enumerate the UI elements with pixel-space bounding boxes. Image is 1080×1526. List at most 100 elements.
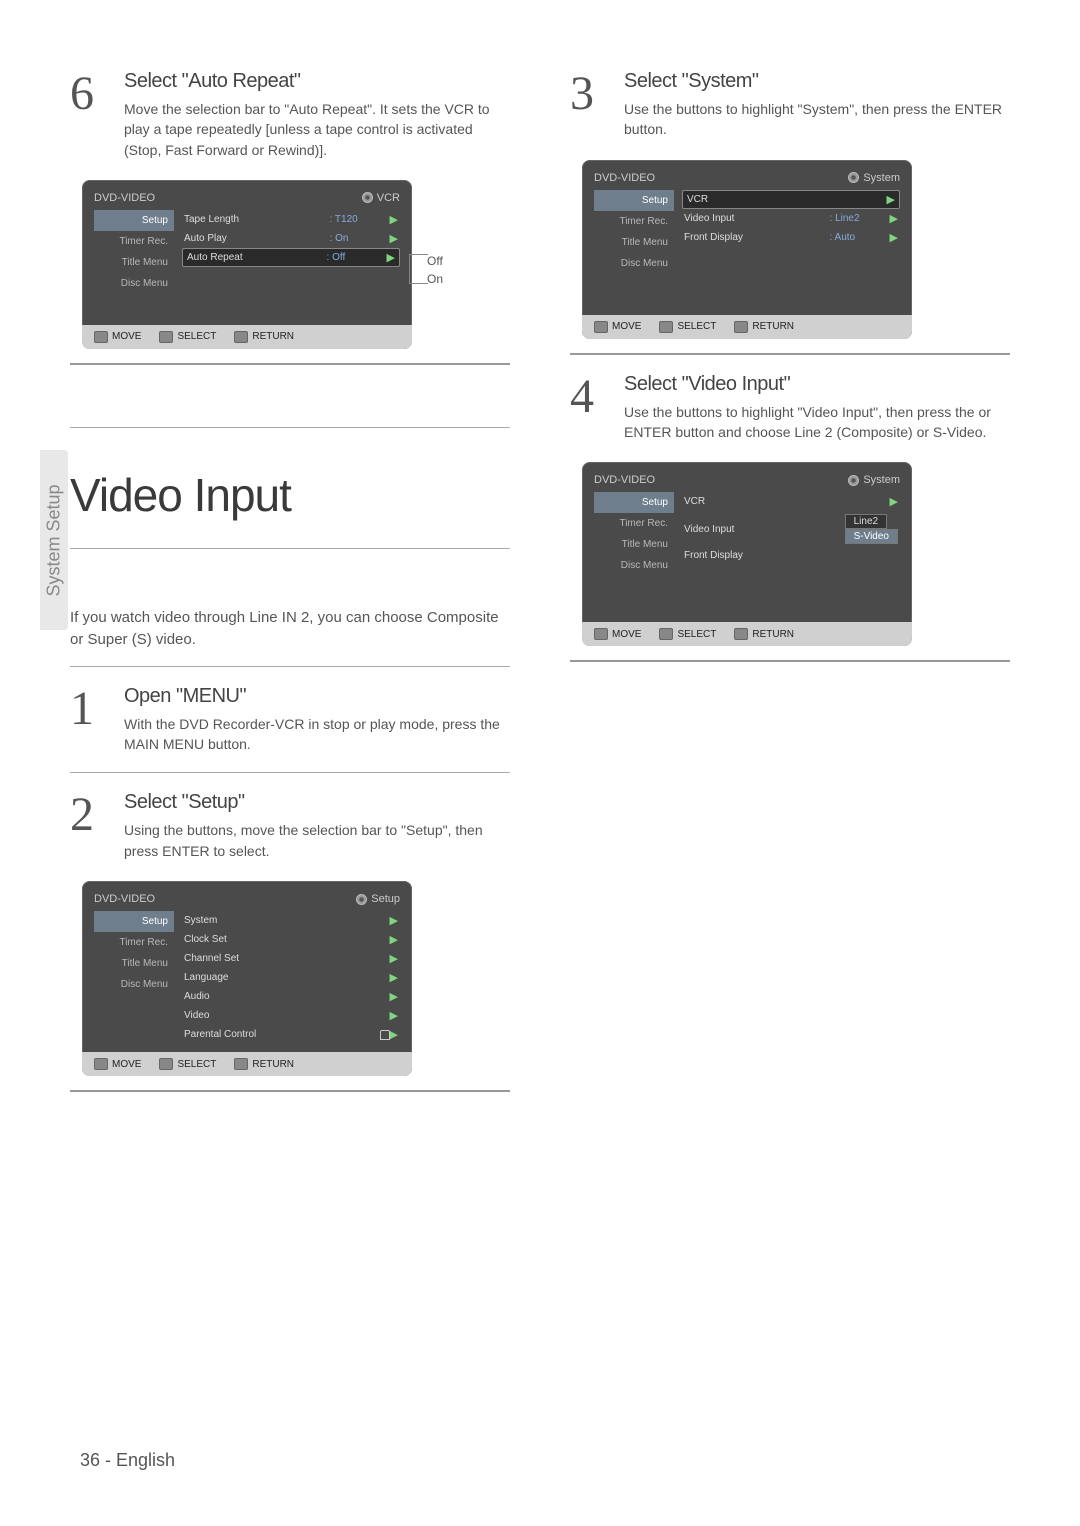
osd-tag: VCR xyxy=(377,192,400,204)
section-tab: System Setup xyxy=(40,450,68,630)
arrow-right-icon: ▶ xyxy=(390,914,398,927)
osd-row: Auto Play: On▶ xyxy=(182,229,400,248)
step-desc: Move the selection bar to "Auto Repeat".… xyxy=(124,99,510,160)
left-column: 6 Select "Auto Repeat" Move the selectio… xyxy=(70,70,510,1110)
osd-row: Channel Set▶ xyxy=(182,949,400,968)
step-desc: With the DVD Recorder-VCR in stop or pla… xyxy=(124,714,510,755)
step-desc: Using the buttons, move the selection ba… xyxy=(124,820,510,861)
step-title: Select "Setup" xyxy=(124,791,510,814)
osd-side-item: Setup xyxy=(94,210,174,231)
osd-side-item: Timer Rec. xyxy=(94,932,174,953)
osd-side-item: Title Menu xyxy=(94,953,174,974)
osd-side-item: Title Menu xyxy=(594,534,674,555)
arrow-right-icon: ▶ xyxy=(390,990,398,1003)
option-line2: Line2 xyxy=(845,514,887,529)
step-title: Open "MENU" xyxy=(124,685,510,708)
divider xyxy=(70,427,510,428)
osd-row: Video▶ xyxy=(182,1006,400,1025)
osd-side-item: Disc Menu xyxy=(594,253,674,274)
osd-row: Video Input: Line2▶ xyxy=(682,209,900,228)
osd-side-item: Timer Rec. xyxy=(594,211,674,232)
key-icon xyxy=(594,628,608,640)
divider xyxy=(570,353,1010,355)
step-number: 3 xyxy=(570,70,610,140)
osd-row: System▶ xyxy=(182,911,400,930)
osd-side-item: Disc Menu xyxy=(94,273,174,294)
osd-side-item: Setup xyxy=(594,492,674,513)
arrow-right-icon: ▶ xyxy=(390,933,398,946)
osd-screen-video-input: DVD-VIDEO System Setup Timer Rec. Title … xyxy=(582,462,1010,646)
osd-row-selected: VCR▶ xyxy=(682,190,900,209)
step-desc: Use the buttons to highlight "Video Inpu… xyxy=(624,402,1010,443)
step-title: Select "System" xyxy=(624,70,1010,93)
arrow-right-icon: ▶ xyxy=(387,251,395,264)
osd-tag: System xyxy=(863,172,900,184)
divider xyxy=(570,660,1010,662)
key-icon xyxy=(94,1058,108,1070)
arrow-right-icon: ▶ xyxy=(890,231,898,244)
osd-side-item: Title Menu xyxy=(594,232,674,253)
section-title: Video Input xyxy=(70,468,510,522)
page-footer: 36 - English xyxy=(80,1450,175,1471)
divider xyxy=(70,363,510,365)
step-1: 1 Open "MENU" With the DVD Recorder-VCR … xyxy=(70,685,510,755)
arrow-right-icon: ▶ xyxy=(390,232,398,245)
arrow-right-icon: ▶ xyxy=(890,495,898,508)
osd-screen-setup: DVD-VIDEO Setup Setup Timer Rec. Title M… xyxy=(82,881,510,1076)
osd-row: Language▶ xyxy=(182,968,400,987)
divider xyxy=(70,666,510,667)
disc-icon xyxy=(848,475,859,486)
disc-icon xyxy=(362,192,373,203)
osd-row: Front Display: Auto▶ xyxy=(682,228,900,247)
osd-tag: System xyxy=(863,474,900,486)
arrow-right-icon: ▶ xyxy=(390,952,398,965)
key-icon xyxy=(659,321,673,333)
osd-side-item: Title Menu xyxy=(94,252,174,273)
divider xyxy=(70,548,510,549)
osd-row: Tape Length: T120▶ xyxy=(182,210,400,229)
osd-row: Clock Set▶ xyxy=(182,930,400,949)
key-icon xyxy=(734,628,748,640)
section-tab-label: System Setup xyxy=(44,484,65,596)
osd-row: Parental Control▶ xyxy=(182,1025,400,1044)
arrow-right-icon: ▶ xyxy=(390,1009,398,1022)
osd-row: Front Display xyxy=(682,547,900,564)
step-2: 2 Select "Setup" Using the buttons, move… xyxy=(70,791,510,861)
osd-device: DVD-VIDEO xyxy=(94,192,155,204)
osd-side-item: Timer Rec. xyxy=(94,231,174,252)
osd-row-selected: Auto Repeat: Off▶ xyxy=(182,248,400,267)
osd-tag: Setup xyxy=(371,893,400,905)
key-icon xyxy=(659,628,673,640)
osd-side-item: Disc Menu xyxy=(594,555,674,576)
key-icon xyxy=(594,321,608,333)
disc-icon xyxy=(356,894,367,905)
step-title: Select "Video Input" xyxy=(624,373,1010,396)
osd-side-item: Setup xyxy=(594,190,674,211)
step-3: 3 Select "System" Use the buttons to hig… xyxy=(570,70,1010,140)
key-icon xyxy=(734,321,748,333)
step-title: Select "Auto Repeat" xyxy=(124,70,510,93)
step-6: 6 Select "Auto Repeat" Move the selectio… xyxy=(70,70,510,160)
key-icon xyxy=(234,331,248,343)
arrow-right-icon: ▶ xyxy=(887,193,895,206)
key-icon xyxy=(159,331,173,343)
osd-side-item: Timer Rec. xyxy=(594,513,674,534)
osd-side-item: Setup xyxy=(94,911,174,932)
option-svideo: S-Video xyxy=(845,529,898,544)
step-number: 1 xyxy=(70,685,110,755)
osd-device: DVD-VIDEO xyxy=(594,474,655,486)
osd-screen-system: DVD-VIDEO System Setup Timer Rec. Title … xyxy=(582,160,1010,339)
divider xyxy=(70,1090,510,1092)
osd-device: DVD-VIDEO xyxy=(594,172,655,184)
divider xyxy=(70,772,510,773)
arrow-right-icon: ▶ xyxy=(390,213,398,226)
osd-side-item: Disc Menu xyxy=(94,974,174,995)
arrow-right-icon: ▶ xyxy=(390,971,398,984)
arrow-right-icon: ▶ xyxy=(890,212,898,225)
key-icon xyxy=(94,331,108,343)
step-desc: Use the buttons to highlight "System", t… xyxy=(624,99,1010,140)
osd-device: DVD-VIDEO xyxy=(94,893,155,905)
osd-row: VCR▶ xyxy=(682,492,900,511)
key-icon xyxy=(234,1058,248,1070)
step-number: 2 xyxy=(70,791,110,861)
